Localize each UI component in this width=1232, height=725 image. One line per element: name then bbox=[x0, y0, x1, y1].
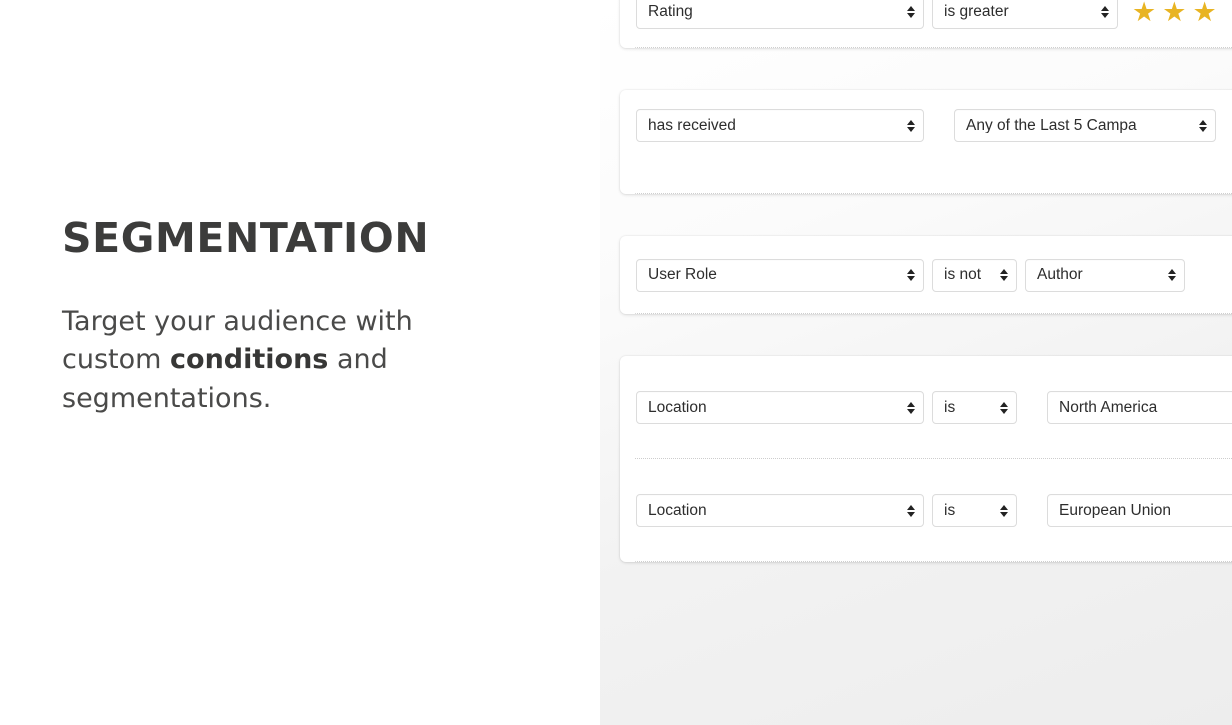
star-icon[interactable]: ★ bbox=[1162, 0, 1186, 26]
chevron-updown-icon bbox=[906, 267, 915, 283]
condition-field-value: Rating bbox=[648, 4, 693, 20]
conditions-list: Rating is greater ★ ★ ★ has received Any… bbox=[620, 0, 1232, 604]
condition-field-value: User Role bbox=[648, 267, 717, 283]
condition-value-select[interactable]: Any of the Last 5 Campa bbox=[954, 109, 1216, 142]
condition-field-value: Location bbox=[648, 399, 707, 416]
table-row: User Role is not Author bbox=[620, 236, 1232, 314]
condition-field-select[interactable]: User Role bbox=[636, 258, 924, 292]
chevron-updown-icon bbox=[999, 267, 1008, 283]
condition-value-text: Author bbox=[1037, 267, 1083, 283]
page-title: SEGMENTATION bbox=[62, 214, 430, 262]
chevron-updown-icon bbox=[906, 400, 915, 416]
condition-field-select[interactable]: Location bbox=[636, 391, 924, 424]
chevron-updown-icon bbox=[906, 503, 915, 519]
condition-value-text: Any of the Last 5 Campa bbox=[966, 117, 1137, 134]
condition-value-select[interactable]: Author bbox=[1025, 258, 1185, 292]
promo-description: Target your audience with custom conditi… bbox=[62, 303, 512, 418]
condition-row: User Role is not Author bbox=[620, 236, 1232, 314]
star-icon[interactable]: ★ bbox=[1192, 0, 1216, 26]
chevron-updown-icon bbox=[999, 400, 1008, 416]
condition-operator-value: is bbox=[944, 399, 956, 416]
condition-row: Rating is greater ★ ★ ★ bbox=[620, 0, 1232, 48]
condition-operator-value: is bbox=[944, 502, 956, 519]
condition-row: has received Any of the Last 5 Campa bbox=[620, 90, 1232, 194]
condition-field-value: has received bbox=[648, 117, 736, 134]
segmentation-conditions-panel: Rating is greater ★ ★ ★ has received Any… bbox=[600, 0, 1232, 725]
condition-row: Location is European Union bbox=[620, 459, 1232, 562]
condition-value-text: European Union bbox=[1059, 502, 1172, 519]
condition-value-input[interactable]: North America bbox=[1047, 391, 1232, 424]
table-row: Location is North America Location is Eu… bbox=[620, 356, 1232, 562]
condition-operator-select[interactable]: is greater bbox=[932, 0, 1118, 29]
condition-operator-value: is greater bbox=[944, 4, 1009, 20]
chevron-updown-icon bbox=[906, 4, 915, 20]
condition-operator-value: is not bbox=[944, 267, 982, 283]
promo-column: SEGMENTATION Target your audience with c… bbox=[62, 218, 532, 418]
condition-operator-select[interactable]: is bbox=[932, 494, 1017, 527]
condition-operator-select[interactable]: is not bbox=[932, 258, 1017, 292]
chevron-updown-icon bbox=[1167, 267, 1176, 283]
chevron-updown-icon bbox=[906, 118, 915, 134]
condition-row: Location is North America bbox=[620, 356, 1232, 459]
promo-description-emphasis: conditions bbox=[170, 344, 329, 376]
condition-field-value: Location bbox=[648, 502, 707, 519]
chevron-updown-icon bbox=[1198, 118, 1207, 134]
table-row: Rating is greater ★ ★ ★ bbox=[620, 0, 1232, 48]
condition-field-select[interactable]: Rating bbox=[636, 0, 924, 29]
condition-field-select[interactable]: has received bbox=[636, 109, 924, 142]
table-row: has received Any of the Last 5 Campa bbox=[620, 90, 1232, 194]
condition-operator-select[interactable]: is bbox=[932, 391, 1017, 424]
rating-star-picker[interactable]: ★ ★ ★ bbox=[1132, 0, 1223, 26]
star-icon[interactable]: ★ bbox=[1132, 0, 1156, 26]
condition-field-select[interactable]: Location bbox=[636, 494, 924, 527]
condition-value-input[interactable]: European Union bbox=[1047, 494, 1232, 527]
chevron-updown-icon bbox=[1100, 4, 1109, 20]
condition-value-text: North America bbox=[1059, 399, 1158, 416]
chevron-updown-icon bbox=[999, 503, 1008, 519]
